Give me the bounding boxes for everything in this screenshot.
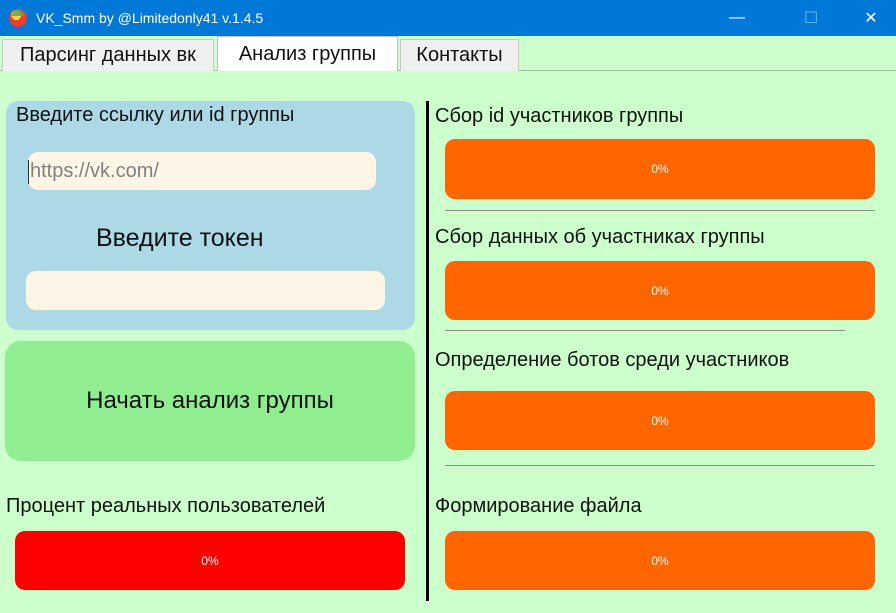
tab-bar: Парсинг данных вк Анализ группы Контакты (0, 36, 896, 71)
token-input[interactable] (26, 271, 385, 310)
separator-line (445, 210, 875, 211)
progress-bar-collect-ids: 0% (445, 139, 875, 199)
app-icon (9, 9, 27, 27)
text-caret (28, 160, 29, 184)
progress-text-detect-bots: 0% (651, 413, 669, 428)
progress-bar-detect-bots: 0% (445, 391, 875, 450)
stage-label-collect-ids: Сбор id участников группы (435, 105, 684, 127)
progress-bar-build-file: 0% (445, 531, 875, 590)
group-link-input[interactable] (28, 152, 376, 190)
stage-label-build-file: Формирование файла (435, 495, 642, 517)
maximize-icon[interactable]: ☐ (788, 0, 834, 36)
token-label: Введите токен (96, 224, 264, 252)
tab-group-analysis[interactable]: Анализ группы (217, 36, 398, 71)
progress-text-collect-data: 0% (651, 283, 669, 298)
window-title: VK_Smm by @Limitedonly41 v.1.4.5 (36, 10, 264, 26)
title-bar: VK_Smm by @Limitedonly41 v.1.4.5 — ☐ ✕ (0, 0, 896, 36)
stage-label-collect-data: Сбор данных об участниках группы (435, 226, 765, 248)
progress-bar-collect-data: 0% (445, 261, 875, 320)
group-link-label: Введите ссылку или id группы (16, 104, 295, 126)
close-icon[interactable]: ✕ (848, 0, 894, 36)
vertical-divider (426, 101, 429, 601)
separator-line (445, 465, 875, 466)
real-users-progress-bar: 0% (15, 531, 405, 590)
tab-parsing[interactable]: Парсинг данных вк (2, 39, 214, 71)
separator-line (445, 330, 845, 331)
progress-text-build-file: 0% (651, 553, 669, 568)
progress-text-collect-ids: 0% (651, 162, 669, 176)
stage-label-detect-bots: Определение ботов среди участников (435, 349, 790, 371)
start-analysis-button[interactable]: Начать анализ группы (5, 341, 415, 461)
tab-contacts[interactable]: Контакты (400, 39, 519, 71)
real-users-percent-label: Процент реальных пользователей (6, 495, 326, 517)
minimize-icon[interactable]: — (714, 0, 760, 36)
real-users-progress-text: 0% (201, 553, 219, 568)
